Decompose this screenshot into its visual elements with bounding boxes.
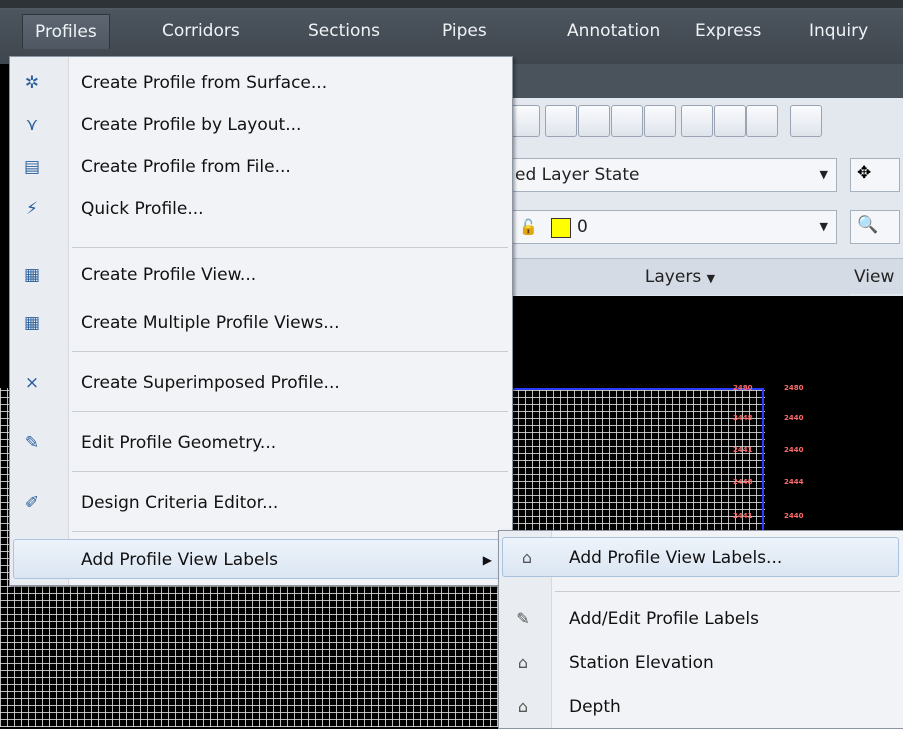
submenu-item-label: Depth <box>569 697 621 717</box>
elevation-label: 2444 <box>784 478 804 486</box>
title-strip <box>0 0 903 8</box>
multiple-profile-views-icon: ▦ <box>23 313 41 333</box>
submenu-item-label: Add/Edit Profile Labels <box>569 609 759 629</box>
menu-item-label: Add Profile View Labels <box>81 550 279 570</box>
unlock-icon: 🔓 <box>519 218 538 236</box>
pan-control[interactable]: ✥ <box>850 158 900 192</box>
menu-separator <box>555 591 900 592</box>
layer-dropdown[interactable]: 🔓 0 ▼ <box>510 210 837 244</box>
submenu-item-depth[interactable]: ⌂ Depth <box>499 687 902 727</box>
superimposed-profile-icon: ⨯ <box>24 373 40 393</box>
menu-item-edit-profile-geometry[interactable]: ✎ Edit Profile Geometry... <box>10 423 510 463</box>
layer-tool-icon[interactable] <box>714 105 746 137</box>
menu-item-label: Create Profile View... <box>81 265 257 285</box>
menu-separator <box>72 247 508 248</box>
menu-bar: Profiles Corridors Sections Pipes Annota… <box>0 0 903 64</box>
profiles-dropdown-menu: ✲ Create Profile from Surface... ⋎ Creat… <box>9 56 513 586</box>
menu-pipes[interactable]: Pipes <box>430 14 499 48</box>
menu-item-label: Design Criteria Editor... <box>81 493 279 513</box>
ribbon-tab-strip <box>510 64 903 98</box>
menu-item-label: Create Multiple Profile Views... <box>81 313 340 333</box>
layer-state-value: ed Layer State <box>515 165 640 185</box>
submenu-item-station-elevation[interactable]: ⌂ Station Elevation <box>499 643 902 683</box>
station-label: 2441 <box>733 446 753 454</box>
menu-item-create-superimposed-profile[interactable]: ⨯ Create Superimposed Profile... <box>10 363 510 403</box>
menu-item-label: Create Profile by Layout... <box>81 115 302 135</box>
submenu-item-add-edit-profile-labels[interactable]: ✎ Add/Edit Profile Labels <box>499 599 902 639</box>
menu-item-label: Quick Profile... <box>81 199 204 219</box>
layer-state-dropdown[interactable]: ed Layer State ▼ <box>510 158 837 192</box>
menu-separator <box>72 411 508 412</box>
layer-tool-icon[interactable] <box>578 105 610 137</box>
station-label: 2448 <box>733 414 753 422</box>
view-tool-icon[interactable] <box>790 105 822 137</box>
zoom-control[interactable]: 🔍 <box>850 210 900 244</box>
submenu-item-add-profile-view-labels[interactable]: ⌂ Add Profile View Labels... <box>502 537 899 577</box>
menu-item-create-multiple-profile-views[interactable]: ▦ Create Multiple Profile Views... <box>10 303 510 343</box>
chevron-down-icon: ▼ <box>819 220 828 233</box>
tag-edit-icon: ✎ <box>516 609 530 628</box>
tag-icon: ⌂ <box>521 548 533 567</box>
submenu-arrow-icon: ▶ <box>482 553 492 567</box>
layer-tool-icon[interactable] <box>746 105 778 137</box>
elevation-label: 2480 <box>784 384 804 392</box>
edit-geometry-icon: ✎ <box>24 433 40 453</box>
menu-item-create-profile-view[interactable]: ▦ Create Profile View... <box>10 255 510 295</box>
layer-tool-icon[interactable] <box>681 105 713 137</box>
submenu-item-label: Add Profile View Labels... <box>569 548 783 568</box>
menu-profiles[interactable]: Profiles <box>22 14 110 49</box>
station-label: 2480 <box>733 384 753 392</box>
layer-value: 0 <box>577 217 588 237</box>
menu-item-create-profile-by-layout[interactable]: ⋎ Create Profile by Layout... <box>10 105 510 145</box>
menu-separator <box>72 351 508 352</box>
layers-label-text: Layers <box>644 267 702 287</box>
menu-annotation[interactable]: Annotation <box>555 14 672 48</box>
pan-icon: ✥ <box>857 163 872 183</box>
menu-item-label: Edit Profile Geometry... <box>81 433 277 453</box>
menu-item-design-criteria-editor[interactable]: ✐ Design Criteria Editor... <box>10 483 510 523</box>
profile-from-surface-icon: ✲ <box>24 73 40 93</box>
elevation-label: 2440 <box>784 512 804 520</box>
layer-tool-icon[interactable] <box>611 105 643 137</box>
station-label: 2448 <box>733 478 753 486</box>
menu-item-label: Create Superimposed Profile... <box>81 373 340 393</box>
profile-layout-icon: ⋎ <box>25 115 39 135</box>
design-criteria-icon: ✐ <box>24 493 40 513</box>
menu-express[interactable]: Express <box>683 14 773 48</box>
menu-item-create-profile-from-surface[interactable]: ✲ Create Profile from Surface... <box>10 63 510 103</box>
tag-icon: ⌂ <box>517 653 529 672</box>
menu-item-label: Create Profile from File... <box>81 157 291 177</box>
station-label: 2441 <box>733 512 753 520</box>
quick-profile-icon: ⚡ <box>26 199 38 219</box>
menu-item-label: Create Profile from Surface... <box>81 73 328 93</box>
profile-from-file-icon: ▤ <box>23 157 41 177</box>
menu-corridors[interactable]: Corridors <box>150 14 252 48</box>
add-profile-view-labels-submenu: ⌂ Add Profile View Labels... ✎ Add/Edit … <box>498 530 903 729</box>
tag-icon: ⌂ <box>517 697 529 716</box>
profile-view-icon: ▦ <box>23 265 41 285</box>
zoom-icon: 🔍 <box>857 215 879 235</box>
menu-inquiry[interactable]: Inquiry <box>797 14 880 48</box>
elevation-label: 2440 <box>784 414 804 422</box>
menu-item-add-profile-view-labels[interactable]: Add Profile View Labels ▶ <box>13 539 507 579</box>
layer-tool-icon[interactable] <box>644 105 676 137</box>
chevron-down-icon: ▼ <box>819 168 828 181</box>
menu-separator <box>72 531 508 532</box>
submenu-item-label: Station Elevation <box>569 653 714 673</box>
layer-color-swatch <box>551 218 571 238</box>
menu-item-create-profile-from-file[interactable]: ▤ Create Profile from File... <box>10 147 510 187</box>
layer-tool-icon[interactable] <box>545 105 577 137</box>
menu-item-quick-profile[interactable]: ⚡ Quick Profile... <box>10 189 510 229</box>
chevron-down-icon: ▼ <box>706 272 716 285</box>
menu-separator <box>72 471 508 472</box>
layers-panel-label[interactable]: Layers ▼ <box>510 258 850 295</box>
elevation-label: 2440 <box>784 446 804 454</box>
view-panel-label[interactable]: View <box>850 258 903 294</box>
menu-sections[interactable]: Sections <box>296 14 392 48</box>
